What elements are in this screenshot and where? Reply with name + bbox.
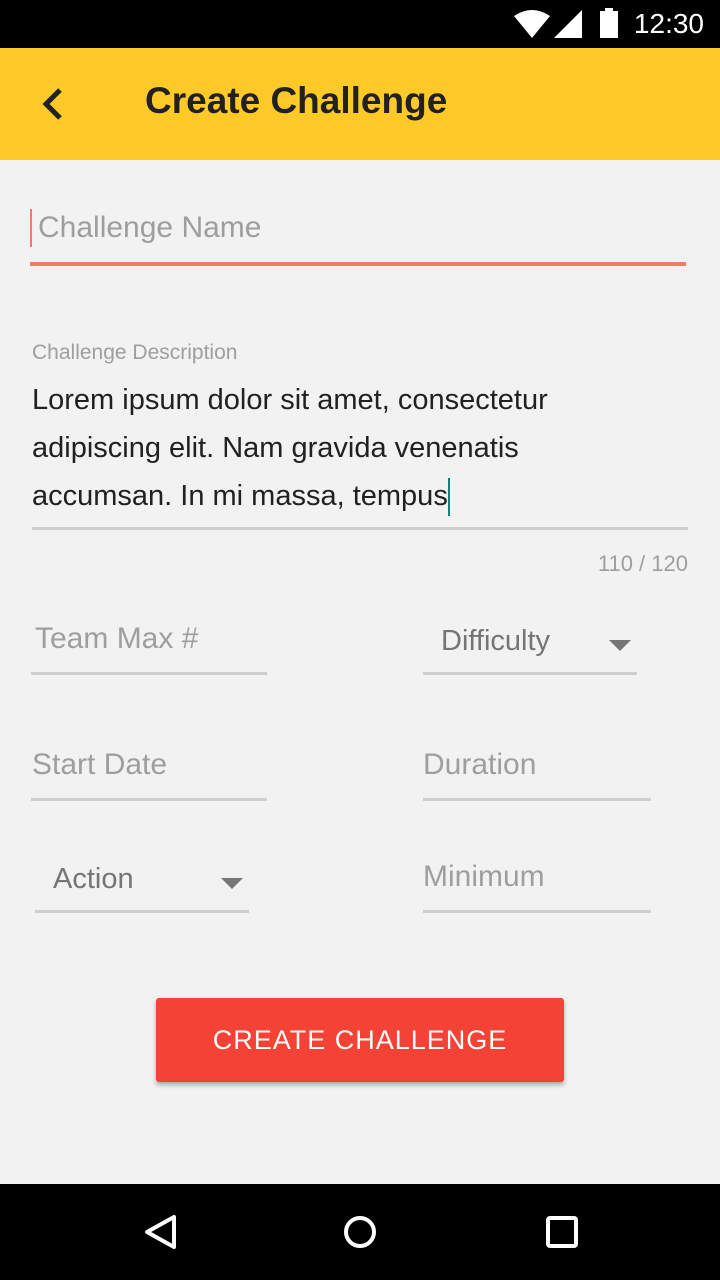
field-underline [423, 798, 651, 801]
char-counter: 110 / 120 [597, 551, 688, 576]
description-label: Challenge Description [32, 341, 238, 364]
action-selected: Action [53, 863, 134, 895]
minimum-placeholder: Minimum [423, 860, 545, 893]
description-underline [32, 527, 688, 530]
challenge-name-placeholder: Challenge Name [38, 211, 262, 244]
duration-placeholder: Duration [423, 748, 537, 781]
team-max-placeholder: Team Max # [35, 622, 199, 655]
clock: 12:30 [633, 8, 704, 39]
nav-bar [0, 1184, 720, 1280]
challenge-name-field[interactable]: Challenge Name [30, 205, 686, 267]
app-bar: Create Challenge [0, 48, 720, 160]
start-date-placeholder: Start Date [32, 748, 168, 781]
minimum-field[interactable]: Minimum [423, 858, 651, 916]
field-underline [35, 910, 249, 913]
team-max-field[interactable]: Team Max # [31, 620, 267, 678]
status-bar: 12:30 [0, 0, 720, 48]
description-value: Lorem ipsum dolor sit amet, consectetur … [32, 384, 548, 512]
recents-square-icon[interactable] [544, 1214, 580, 1250]
field-underline [423, 910, 651, 913]
chevron-left-icon[interactable] [38, 86, 66, 122]
action-dropdown[interactable]: Action [35, 858, 249, 916]
description-textarea[interactable]: Lorem ipsum dolor sit amet, consectetur … [32, 376, 632, 520]
difficulty-dropdown[interactable]: Difficulty [423, 620, 637, 678]
create-challenge-button[interactable]: CREATE CHALLENGE [156, 998, 564, 1082]
field-underline [31, 798, 267, 801]
duration-field[interactable]: Duration [423, 746, 651, 804]
start-date-field[interactable]: Start Date [31, 746, 267, 804]
signal-icon [554, 10, 582, 38]
caret-down-icon [609, 640, 631, 651]
field-underline [31, 672, 267, 675]
field-underline [423, 672, 637, 675]
caret-down-icon [221, 878, 243, 889]
home-circle-icon[interactable] [342, 1214, 378, 1250]
text-cursor [447, 478, 450, 517]
text-cursor [30, 209, 32, 247]
battery-icon [600, 8, 618, 38]
page-title: Create Challenge [145, 80, 448, 121]
back-triangle-icon[interactable] [142, 1214, 178, 1250]
wifi-icon [514, 10, 550, 38]
difficulty-selected: Difficulty [441, 625, 551, 657]
field-underline [30, 262, 686, 266]
